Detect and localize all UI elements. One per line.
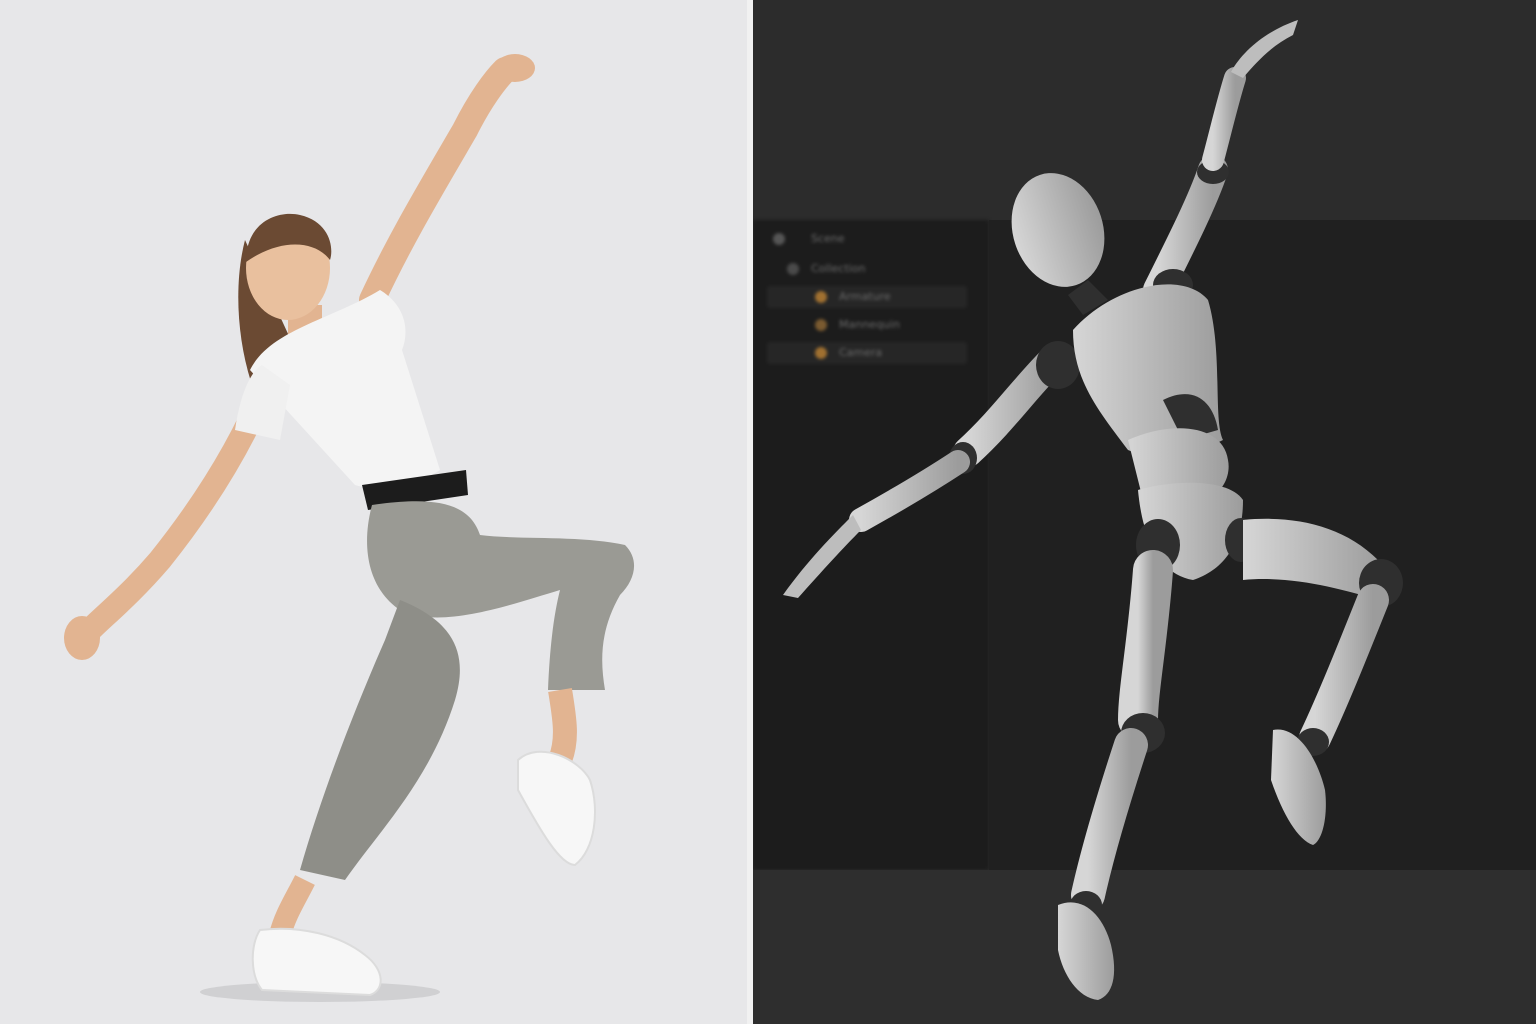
mannequin-shin-standing (1071, 728, 1148, 912)
dancer-photo-panel (0, 0, 747, 1024)
mannequin-shoulder-joint (1036, 341, 1080, 389)
standing-shin (269, 875, 315, 938)
dancer-photo (64, 54, 635, 1002)
mannequin-hand-raised (1231, 20, 1298, 78)
mannequin-head (1011, 173, 1105, 287)
sneaker-raised (517, 750, 596, 867)
mannequin-shin-raised (1299, 584, 1389, 754)
mannequin-forearm-extended (849, 450, 970, 532)
mannequin-thigh-standing (1118, 550, 1173, 740)
mannequin-render (783, 20, 1403, 1000)
raised-arm (359, 57, 518, 313)
raised-hand (495, 54, 535, 82)
mannequin-hand-extended (783, 515, 861, 598)
raised-shin (548, 688, 577, 765)
extended-hand (64, 616, 100, 660)
sneaker-standing (251, 927, 382, 997)
mannequin-forearm-raised (1202, 67, 1246, 171)
mannequin-render-panel: Scene Collection Armature Mannequin Came… (753, 0, 1536, 1024)
jeans-standing-leg (300, 600, 460, 880)
mannequin-foot-standing (1058, 902, 1115, 1000)
